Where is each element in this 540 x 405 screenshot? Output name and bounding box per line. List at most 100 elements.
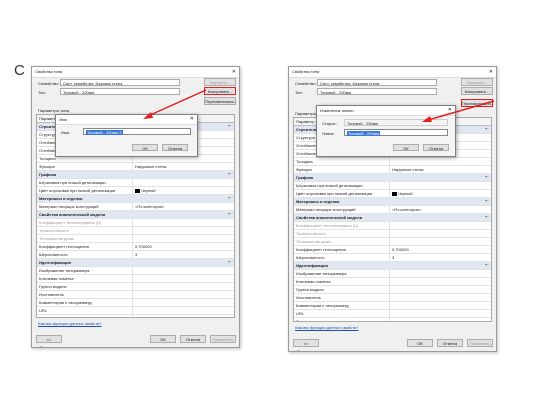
parameter-value[interactable]: <По категории>: [132, 203, 164, 210]
parameter-row[interactable]: Цвет штриховки при низкой детализации Чер…: [37, 187, 234, 195]
parameter-row[interactable]: Изображение типоразмера: [294, 270, 491, 278]
parameter-row[interactable]: Изготовитель: [37, 291, 234, 299]
parameter-value[interactable]: Черный: [132, 187, 155, 194]
rename-dialog-ok-button[interactable]: ОК: [393, 144, 419, 151]
parameter-value[interactable]: [132, 283, 135, 290]
load-button[interactable]: Загрузить...: [204, 78, 236, 86]
parameter-row[interactable]: Толщина: [294, 158, 491, 166]
parameter-value[interactable]: [132, 219, 135, 226]
collapse-icon[interactable]: ⌃: [485, 174, 488, 181]
parameter-value[interactable]: [389, 294, 392, 301]
parameter-row[interactable]: Коэффициент теплопередачи (U): [294, 222, 491, 230]
parameter-value[interactable]: [389, 222, 392, 229]
collapse-icon[interactable]: ⌃: [228, 195, 231, 202]
collapse-icon[interactable]: ⌃: [485, 262, 488, 269]
parameter-row[interactable]: Изображение типоразмера: [37, 267, 234, 275]
parameter-value[interactable]: [389, 158, 392, 165]
parameter-row[interactable]: Материал несущих конструкций <По категори…: [37, 203, 234, 211]
parameter-value[interactable]: Черный: [389, 190, 412, 197]
parameter-value[interactable]: [132, 235, 135, 242]
parameter-row[interactable]: Описание: [37, 315, 234, 317]
parameter-row[interactable]: Комментарии к типоразмеру: [37, 299, 234, 307]
family-select[interactable]: Сист. семейство: Базовая стена: [60, 79, 180, 86]
parameter-value[interactable]: Наружные стены: [389, 166, 424, 173]
parameter-value[interactable]: [132, 179, 135, 186]
close-icon[interactable]: ✕: [232, 67, 236, 77]
category-row[interactable]: Графика ⌃: [294, 174, 491, 182]
help-link[interactable]: Каковы функции данных свойств?: [295, 325, 358, 330]
parameter-row[interactable]: Штриховка при низкой детализации: [294, 182, 491, 190]
parameter-value[interactable]: 3: [389, 254, 394, 261]
name-input[interactable]: Типовой - 200мм 2: [83, 128, 191, 135]
category-row[interactable]: Материалы и отделка ⌃: [37, 195, 234, 203]
parameter-row[interactable]: URL: [294, 310, 491, 318]
parameter-value[interactable]: [389, 278, 392, 285]
parameter-row[interactable]: Изготовитель: [294, 294, 491, 302]
ok-button[interactable]: ОК: [150, 335, 176, 343]
parameter-value[interactable]: [132, 267, 135, 274]
parameter-row[interactable]: Шероховатость 3: [37, 251, 234, 259]
duplicate-button[interactable]: Копировать...: [461, 87, 493, 95]
parameter-value[interactable]: [132, 275, 135, 282]
type-select[interactable]: Типовой - 200мм: [317, 88, 437, 95]
apply-button[interactable]: Применить: [210, 335, 236, 343]
parameter-value[interactable]: [132, 227, 135, 234]
parameter-value[interactable]: [132, 291, 135, 298]
parameter-value[interactable]: [389, 270, 392, 277]
category-row[interactable]: Идентификация ⌃: [294, 262, 491, 270]
parameter-row[interactable]: Ключевая пометка: [37, 275, 234, 283]
cancel-button[interactable]: Отмена: [180, 335, 206, 343]
preview-button[interactable]: << Просмотр: [36, 335, 62, 347]
parameter-row[interactable]: Материал несущих конструкций <По категори…: [294, 206, 491, 214]
parameter-row[interactable]: Тепловая нагрузка: [294, 238, 491, 246]
collapse-icon[interactable]: ⌃: [228, 123, 231, 130]
parameter-row[interactable]: Коэффициент поглощения 0,700000: [37, 243, 234, 251]
parameter-value[interactable]: [389, 238, 392, 245]
preview-button[interactable]: << Просмотр: [293, 339, 319, 351]
parameter-row[interactable]: Функция Наружные стены: [37, 163, 234, 171]
parameter-row[interactable]: Комментарии к типоразмеру: [294, 302, 491, 310]
parameter-row[interactable]: Коэффициент поглощения 0,700000: [294, 246, 491, 254]
collapse-icon[interactable]: ⌃: [485, 198, 488, 205]
parameter-value[interactable]: [389, 318, 392, 321]
collapse-icon[interactable]: ⌃: [485, 214, 488, 221]
apply-button[interactable]: Применить: [467, 339, 493, 347]
parameter-value[interactable]: [389, 310, 392, 317]
collapse-icon[interactable]: ⌃: [228, 171, 231, 178]
family-select[interactable]: Сист. семейство: Базовая стена: [317, 79, 437, 86]
parameter-row[interactable]: Термостойкость: [37, 227, 234, 235]
parameter-value[interactable]: [389, 286, 392, 293]
parameter-row[interactable]: Группа модели: [37, 283, 234, 291]
category-row[interactable]: Графика ⌃: [37, 171, 234, 179]
parameter-value[interactable]: 3: [132, 251, 137, 258]
parameter-row[interactable]: Тепловая нагрузка: [37, 235, 234, 243]
parameter-row[interactable]: Цвет штриховки при низкой детализации Чер…: [294, 190, 491, 198]
parameter-value[interactable]: [132, 315, 135, 317]
help-link[interactable]: Каковы функции данных свойств?: [38, 321, 101, 326]
name-dialog-ok-button[interactable]: ОК: [132, 144, 158, 151]
parameter-value[interactable]: [132, 299, 135, 306]
parameter-row[interactable]: Функция Наружные стены: [294, 166, 491, 174]
parameter-row[interactable]: Штриховка при низкой детализации: [37, 179, 234, 187]
category-row[interactable]: Свойства аналитической модели ⌃: [294, 214, 491, 222]
load-button[interactable]: Загрузить...: [461, 78, 493, 86]
parameter-value[interactable]: 0,700000: [132, 243, 152, 250]
parameter-row[interactable]: URL: [37, 307, 234, 315]
collapse-icon[interactable]: ⌃: [228, 211, 231, 218]
parameter-value[interactable]: Наружные стены: [132, 163, 167, 170]
parameter-value[interactable]: 0,700000: [389, 246, 409, 253]
collapse-icon[interactable]: ⌃: [485, 126, 488, 133]
parameter-value[interactable]: [389, 230, 392, 237]
parameter-value[interactable]: [389, 182, 392, 189]
collapse-icon[interactable]: ⌃: [228, 259, 231, 266]
name-dialog-cancel-button[interactable]: Отмена: [162, 144, 188, 151]
parameter-row[interactable]: Описание: [294, 318, 491, 321]
category-row[interactable]: Свойства аналитической модели ⌃: [37, 211, 234, 219]
ok-button[interactable]: ОК: [407, 339, 433, 347]
parameter-row[interactable]: Ключевая пометка: [294, 278, 491, 286]
rename-dialog-cancel-button[interactable]: Отмена: [423, 144, 449, 151]
parameter-row[interactable]: Группа модели: [294, 286, 491, 294]
cancel-button[interactable]: Отмена: [437, 339, 463, 347]
parameter-row[interactable]: Термостойкость: [294, 230, 491, 238]
parameter-value[interactable]: [132, 307, 135, 314]
